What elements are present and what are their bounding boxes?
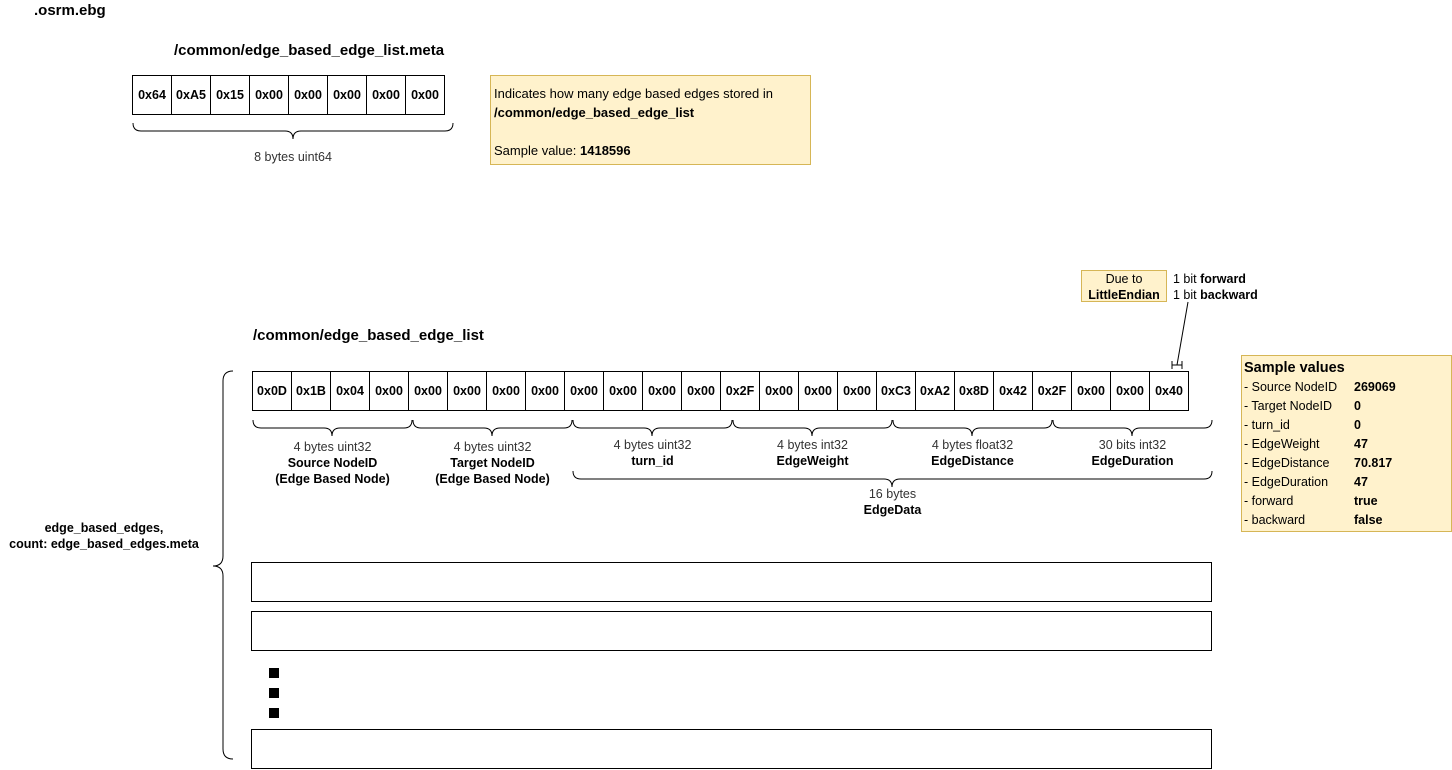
field-label-edgedistance: 4 bytes float32 EdgeDistance [931, 438, 1014, 468]
record-row [251, 562, 1212, 602]
edge-list-brace [212, 370, 234, 760]
ellipsis-dot [269, 708, 279, 718]
sample-value-row: - backward false [1244, 513, 1383, 527]
field-brace-edgeduration [1052, 419, 1213, 437]
file-title: .osrm.ebg [34, 2, 106, 19]
meta-byte: 0x15 [210, 75, 250, 115]
sample-value-row: - forward true [1244, 494, 1378, 508]
meta-byte: 0x00 [327, 75, 367, 115]
meta-brace-label: 8 bytes uint64 [254, 150, 332, 164]
list-byte: 0x2F [1032, 371, 1072, 411]
list-byte: 0x00 [564, 371, 604, 411]
field-brace-turn-id [572, 419, 733, 437]
field-brace-target [412, 419, 573, 437]
bits-note: 1 bit forward 1 bit backward [1173, 272, 1258, 302]
list-byte: 0x00 [759, 371, 799, 411]
field-brace-edgeweight [732, 419, 893, 437]
list-section-title: /common/edge_based_edge_list [253, 327, 484, 344]
ellipsis-dot [269, 688, 279, 698]
list-byte: 0x00 [1110, 371, 1150, 411]
field-label-turn-id: 4 bytes uint32 turn_id [613, 438, 692, 468]
list-byte: 0x0D [252, 371, 292, 411]
meta-byte: 0xA5 [171, 75, 211, 115]
meta-byte: 0x00 [405, 75, 445, 115]
endian-note: Due to LittleEndian [1081, 270, 1167, 302]
list-byte: 0x00 [642, 371, 682, 411]
meta-byte-row: 0x64 0xA5 0x15 0x00 0x00 0x00 0x00 0x00 [132, 75, 445, 115]
meta-byte: 0x64 [132, 75, 172, 115]
list-byte: 0x00 [681, 371, 721, 411]
meta-note-line1: Indicates how many edge based edges stor… [494, 86, 773, 101]
list-byte: 0x00 [798, 371, 838, 411]
meta-brace [132, 122, 454, 140]
sample-value-row: - Target NodeID 0 [1244, 399, 1361, 413]
list-byte: 0x04 [330, 371, 370, 411]
list-byte: 0x40 [1149, 371, 1189, 411]
edge-list-side-label: edge_based_edges, count: edge_based_edge… [9, 521, 199, 551]
list-byte: 0x1B [291, 371, 331, 411]
field-label-target: 4 bytes uint32 Target NodeID (Edge Based… [435, 440, 550, 486]
sample-values-panel: Sample values - Source NodeID 269069 - Ta… [1241, 355, 1452, 532]
meta-byte: 0x00 [366, 75, 406, 115]
list-byte: 0x00 [486, 371, 526, 411]
list-byte: 0x42 [993, 371, 1033, 411]
list-byte: 0x00 [837, 371, 877, 411]
record-row [251, 611, 1212, 651]
list-byte: 0xA2 [915, 371, 955, 411]
sample-value-row: - EdgeWeight 47 [1244, 437, 1368, 451]
ellipsis-dot [269, 668, 279, 678]
list-byte: 0x00 [408, 371, 448, 411]
field-label-edgeweight: 4 bytes int32 EdgeWeight [776, 438, 849, 468]
list-byte: 0x00 [447, 371, 487, 411]
list-byte: 0x00 [603, 371, 643, 411]
sample-value-row: - Source NodeID 269069 [1244, 380, 1396, 394]
sample-value-row: - turn_id 0 [1244, 418, 1361, 432]
list-byte: 0x2F [720, 371, 760, 411]
record-row [251, 729, 1212, 769]
list-byte: 0x00 [525, 371, 565, 411]
meta-byte: 0x00 [249, 75, 289, 115]
sample-value-row: - EdgeDistance 70.817 [1244, 456, 1393, 470]
meta-note-line2: /common/edge_based_edge_list [494, 105, 695, 120]
list-byte: 0x00 [1071, 371, 1111, 411]
list-byte: 0x00 [369, 371, 409, 411]
bit-marker [1171, 361, 1183, 369]
edgedata-label: 16 bytes EdgeData [863, 487, 922, 517]
meta-note-sample: Sample value: 1418596 [494, 143, 631, 158]
meta-section-title: /common/edge_based_edge_list.meta [174, 42, 445, 59]
field-label-edgeduration: 30 bits int32 EdgeDuration [1091, 438, 1174, 468]
sample-value-row: - EdgeDuration 47 [1244, 475, 1368, 489]
list-byte: 0x8D [954, 371, 994, 411]
meta-note: Indicates how many edge based edges stor… [490, 75, 811, 165]
sample-values-title: Sample values [1244, 360, 1345, 376]
edgedata-brace [572, 470, 1213, 488]
bit-connector [1176, 301, 1189, 366]
field-brace-edgedistance [892, 419, 1053, 437]
list-byte: 0xC3 [876, 371, 916, 411]
list-byte-row: 0x0D 0x1B 0x04 0x00 0x00 0x00 0x00 0x00 0x00 0x00… [252, 371, 1189, 411]
field-label-source: 4 bytes uint32 Source NodeID (Edge Based… [275, 440, 390, 486]
meta-byte: 0x00 [288, 75, 328, 115]
field-brace-source [252, 419, 413, 437]
